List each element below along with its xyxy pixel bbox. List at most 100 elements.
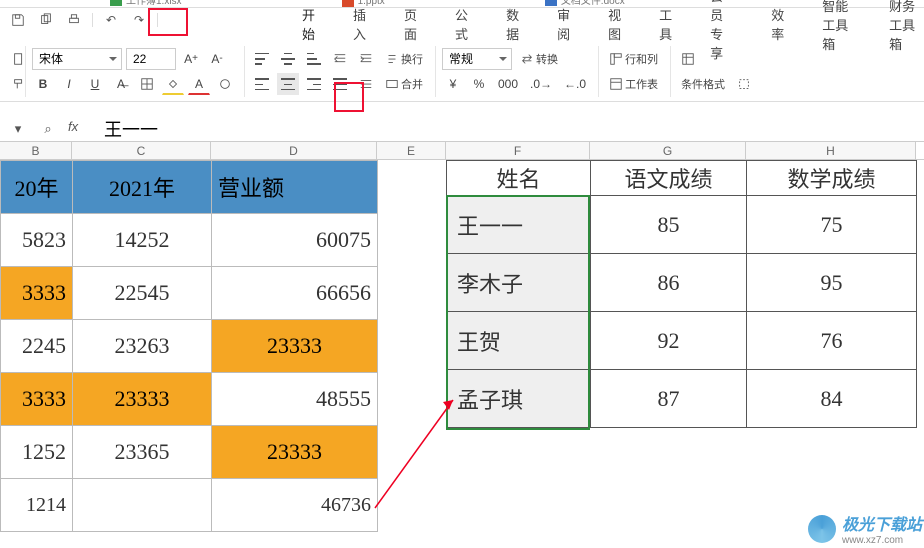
tab-tools[interactable]: 工具: [653, 3, 678, 45]
increase-indent-button[interactable]: [355, 48, 377, 70]
align-center-button[interactable]: [277, 73, 299, 95]
tab-start[interactable]: 开始: [296, 3, 321, 45]
cell[interactable]: 66656: [212, 267, 378, 320]
cell[interactable]: 75: [747, 196, 917, 254]
col-header-f[interactable]: F: [446, 142, 590, 159]
cell[interactable]: 95: [747, 254, 917, 312]
file-tab[interactable]: 工作簿1.xlsx: [110, 0, 182, 7]
col-header-e[interactable]: E: [377, 142, 446, 159]
font-color-button[interactable]: A: [188, 73, 210, 95]
table-header[interactable]: 20年: [1, 161, 73, 214]
cell[interactable]: 76: [747, 312, 917, 370]
save-button[interactable]: [6, 10, 30, 30]
font-size-select[interactable]: 22: [126, 48, 176, 70]
thousands-button[interactable]: 000: [494, 73, 522, 95]
underline-button[interactable]: U: [84, 73, 106, 95]
formula-input[interactable]: [98, 118, 916, 139]
cell[interactable]: 王贺: [447, 312, 591, 370]
cell[interactable]: 3333: [1, 267, 73, 320]
cell[interactable]: 王一一: [447, 196, 591, 254]
table-style-button[interactable]: [677, 48, 699, 70]
cell-style-button[interactable]: [733, 73, 755, 95]
tab-insert[interactable]: 插入: [347, 3, 372, 45]
cell[interactable]: 5823: [1, 214, 73, 267]
merge-cells-button[interactable]: 合并: [381, 73, 427, 95]
table-header[interactable]: 数学成绩: [747, 161, 917, 196]
tab-formula[interactable]: 公式: [449, 3, 474, 45]
phonetic-button[interactable]: [214, 73, 236, 95]
col-header-h[interactable]: H: [746, 142, 916, 159]
cell[interactable]: 23333: [212, 426, 378, 479]
col-header-b[interactable]: B: [0, 142, 72, 159]
cell[interactable]: 2245: [1, 320, 73, 373]
cell[interactable]: 23333: [73, 373, 212, 426]
strikethrough-button[interactable]: A̶: [110, 73, 132, 95]
align-bottom-button[interactable]: [303, 48, 325, 70]
decrease-decimal-button[interactable]: ←.0: [560, 73, 590, 95]
cell[interactable]: 23333: [212, 320, 378, 373]
print-button[interactable]: [62, 10, 86, 30]
cell[interactable]: 23365: [73, 426, 212, 479]
currency-button[interactable]: ¥: [442, 73, 464, 95]
number-format-select[interactable]: 常规: [442, 48, 512, 70]
tab-efficiency[interactable]: 效率: [765, 3, 790, 45]
col-header-c[interactable]: C: [72, 142, 211, 159]
row-col-button[interactable]: 行和列: [605, 48, 662, 70]
font-name-select[interactable]: 宋体: [32, 48, 122, 70]
distribute-button[interactable]: [355, 73, 377, 95]
italic-button[interactable]: I: [58, 73, 80, 95]
col-header-g[interactable]: G: [590, 142, 746, 159]
table-header[interactable]: 姓名: [447, 161, 591, 196]
decrease-indent-button[interactable]: [329, 48, 351, 70]
cell[interactable]: [73, 479, 212, 532]
increase-decimal-button[interactable]: .0→: [526, 73, 556, 95]
fx-search-icon[interactable]: ⌕: [38, 119, 58, 139]
cell[interactable]: 3333: [1, 373, 73, 426]
table-header[interactable]: 2021年: [73, 161, 212, 214]
bold-button[interactable]: B: [32, 73, 54, 95]
align-left-button[interactable]: [251, 73, 273, 95]
tab-data[interactable]: 数据: [500, 3, 525, 45]
border-button[interactable]: [136, 73, 158, 95]
decrease-font-button[interactable]: A-: [206, 48, 228, 70]
spreadsheet-grid[interactable]: B C D E F G H 20年 2021年 营业额 582314252600…: [0, 142, 924, 160]
align-right-button[interactable]: [303, 73, 325, 95]
name-box-dropdown[interactable]: ▾: [8, 119, 28, 139]
convert-button[interactable]: 转换: [516, 48, 562, 70]
justify-button[interactable]: [329, 73, 351, 95]
align-middle-button[interactable]: [277, 48, 299, 70]
cell[interactable]: 李木子: [447, 254, 591, 312]
format-painter-button[interactable]: [8, 73, 30, 95]
undo-button[interactable]: ↶: [99, 10, 123, 30]
cell[interactable]: 92: [591, 312, 747, 370]
cell[interactable]: 86: [591, 254, 747, 312]
tab-page[interactable]: 页面: [398, 3, 423, 45]
copy-button[interactable]: [34, 10, 58, 30]
fill-color-button[interactable]: [162, 73, 184, 95]
cell[interactable]: 87: [591, 370, 747, 428]
cell[interactable]: 84: [747, 370, 917, 428]
cell[interactable]: 46736: [212, 479, 378, 532]
tab-view[interactable]: 视图: [602, 3, 627, 45]
cell[interactable]: 1214: [1, 479, 73, 532]
wrap-text-button[interactable]: 换行: [381, 48, 427, 70]
table-header[interactable]: 营业额: [212, 161, 378, 214]
percent-button[interactable]: %: [468, 73, 490, 95]
cell[interactable]: 60075: [212, 214, 378, 267]
cond-format-button[interactable]: 条件格式: [677, 73, 729, 95]
col-header-d[interactable]: D: [211, 142, 377, 159]
cell[interactable]: 22545: [73, 267, 212, 320]
wrap-label: 换行: [401, 51, 423, 67]
cell[interactable]: 14252: [73, 214, 212, 267]
cell[interactable]: 23263: [73, 320, 212, 373]
cell[interactable]: 48555: [212, 373, 378, 426]
worksheet-button[interactable]: 工作表: [605, 73, 662, 95]
align-top-button[interactable]: [251, 48, 273, 70]
paste-button[interactable]: [8, 48, 30, 70]
table-header[interactable]: 语文成绩: [591, 161, 747, 196]
cell[interactable]: 85: [591, 196, 747, 254]
cell[interactable]: 1252: [1, 426, 73, 479]
tab-review[interactable]: 审阅: [551, 3, 576, 45]
cell[interactable]: 孟子琪: [447, 370, 591, 428]
increase-font-button[interactable]: A+: [180, 48, 202, 70]
